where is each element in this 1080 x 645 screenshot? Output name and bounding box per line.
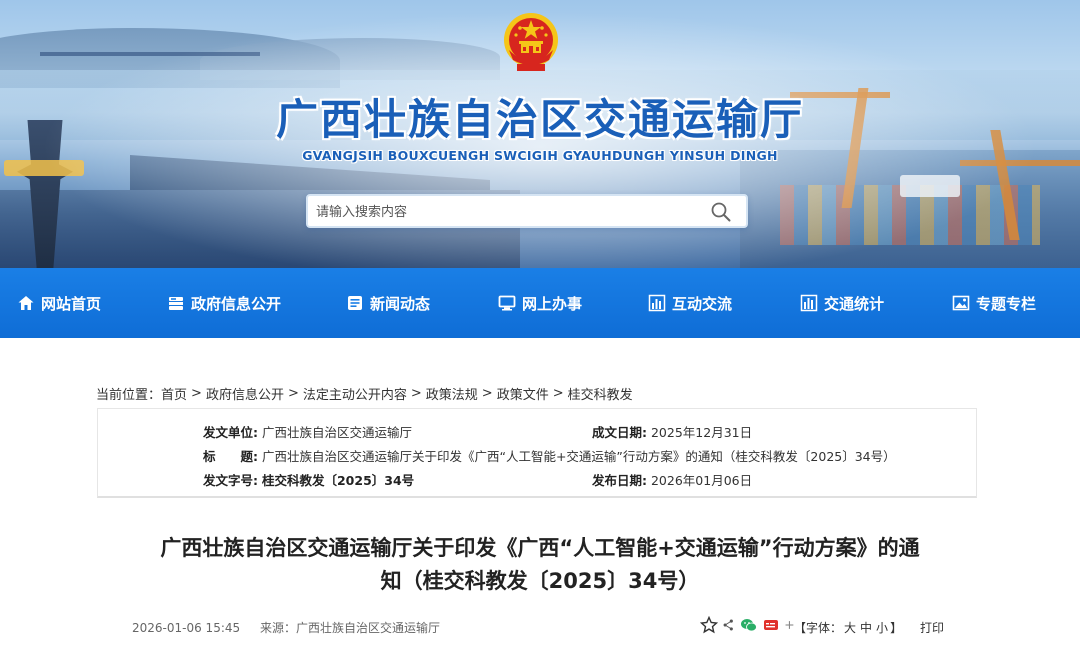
font-size-label-close: 】 [890, 621, 903, 635]
home-icon [18, 296, 34, 310]
search-icon[interactable] [710, 201, 732, 223]
breadcrumb-link[interactable]: 法定主动公开内容 [303, 384, 407, 403]
computer-icon [498, 295, 516, 311]
nav-item-gov-info[interactable]: 政府信息公开 [167, 268, 281, 338]
meta-publish-date: 发布日期: 2026年01月06日 [592, 470, 752, 489]
font-size-medium-button[interactable]: 中 [860, 621, 872, 635]
font-size-small-button[interactable]: 小 [876, 621, 888, 635]
meta-value: 广西壮族自治区交通运输厅 [261, 425, 412, 440]
meta-value: 2026年01月06日 [650, 473, 753, 488]
breadcrumb-separator: > [481, 385, 493, 401]
article-datetime: 2026-01-06 15:45 [132, 621, 241, 635]
news-icon [348, 296, 362, 310]
nav-item-label: 网站首页 [41, 294, 102, 313]
chart-icon [648, 294, 666, 312]
meta-label: 发文单位: [203, 425, 258, 440]
nav-item-news[interactable]: 新闻动态 [346, 268, 430, 338]
meta-value: 桂交科教发〔2025〕34号 [261, 473, 415, 488]
meta-label: 成文日期: [592, 425, 647, 440]
breadcrumb-link[interactable]: 政策法规 [426, 384, 478, 403]
meta-value: 2025年12月31日 [650, 425, 753, 440]
weibo-icon[interactable] [762, 616, 780, 634]
nav-item-label: 交通统计 [824, 294, 885, 313]
font-size-control: 【字体：大中小】 [794, 619, 902, 636]
breadcrumb-separator: > [552, 385, 564, 401]
article-info: 2026-01-06 15:45 来源：广西壮族自治区交通运输厅 [132, 619, 440, 636]
meta-label: 发布日期: [592, 473, 647, 488]
image-icon [952, 295, 970, 311]
breadcrumb-separator: > [191, 385, 202, 401]
statistics-icon [800, 294, 818, 312]
share-tools [700, 614, 798, 636]
meta-docno: 发文字号: 桂交科教发〔2025〕34号 [203, 470, 414, 489]
breadcrumb-link[interactable]: 政策文件 [497, 384, 549, 403]
breadcrumb-prefix: 当前位置： [96, 387, 162, 403]
breadcrumb-separator: > [410, 385, 422, 401]
nav-item-interaction[interactable]: 互动交流 [648, 268, 732, 338]
government-icon [169, 297, 183, 310]
meta-issuer: 发文单位: 广西壮族自治区交通运输厅 [203, 422, 412, 441]
breadcrumb-link[interactable]: 首页 [161, 384, 187, 403]
article-source: 来源：广西壮族自治区交通运输厅 [259, 621, 440, 635]
breadcrumb-separator: > [287, 385, 299, 401]
breadcrumb-link[interactable]: 政府信息公开 [206, 384, 284, 403]
meta-label: 发文字号: [203, 473, 258, 488]
meta-value: 广西壮族自治区交通运输厅关于印发《广西“人工智能+交通运输”行动方案》的通知（桂… [261, 449, 896, 464]
nav-item-special-topics[interactable]: 专题专栏 [952, 268, 1036, 338]
document-meta-box: 发文单位: 广西壮族自治区交通运输厅 成文日期: 2025年12月31日 标 题… [97, 408, 977, 498]
nav-item-label: 政府信息公开 [191, 294, 282, 313]
nav-item-label: 互动交流 [672, 294, 733, 313]
meta-date: 成文日期: 2025年12月31日 [592, 422, 752, 441]
nav-item-label: 专题专栏 [976, 294, 1037, 313]
star-icon[interactable] [700, 616, 718, 634]
site-subtitle: GVANGJSIH BOUXCUENGH SWCIGIH GYAUHDUNGH … [302, 148, 778, 163]
search-box [306, 194, 748, 228]
nav-item-label: 新闻动态 [370, 294, 431, 313]
font-size-label: 【字体： [794, 621, 843, 635]
article-title-line: 知（桂交科教发〔2025〕34号） [380, 569, 700, 593]
nav-item-label: 网上办事 [522, 294, 583, 313]
search-input[interactable] [316, 200, 696, 224]
nav-item-statistics[interactable]: 交通统计 [800, 268, 884, 338]
breadcrumb-link[interactable]: 桂交科教发 [568, 384, 633, 403]
meta-label: 标 题: [203, 449, 258, 464]
national-emblem-icon [504, 13, 558, 71]
font-size-large-button[interactable]: 大 [844, 621, 856, 635]
article-title-line: 广西壮族自治区交通运输厅关于印发《广西“人工智能+交通运输”行动方案》的通 [160, 536, 920, 560]
share-icon[interactable] [722, 616, 736, 634]
nav-item-online-service[interactable]: 网上办事 [498, 268, 582, 338]
print-button[interactable]: 打印 [920, 619, 944, 636]
main-nav: 网站首页 政府信息公开 新闻动态 网上办事 互动交流 交通统计 专题专栏 [0, 268, 1080, 338]
header-banner: 广西壮族自治区交通运输厅 GVANGJSIH BOUXCUENGH SWCIGI… [0, 0, 1080, 268]
wechat-icon[interactable] [740, 616, 758, 634]
nav-item-home[interactable]: 网站首页 [17, 268, 101, 338]
breadcrumb: 当前位置： 首页 > 政府信息公开 > 法定主动公开内容 > 政策法规 > 政策… [96, 384, 633, 403]
site-title: 广西壮族自治区交通运输厅 [275, 95, 804, 144]
article-title: 广西壮族自治区交通运输厅关于印发《广西“人工智能+交通运输”行动方案》的通 知（… [120, 532, 960, 598]
meta-title: 标 题: 广西壮族自治区交通运输厅关于印发《广西“人工智能+交通运输”行动方案》… [203, 446, 896, 465]
